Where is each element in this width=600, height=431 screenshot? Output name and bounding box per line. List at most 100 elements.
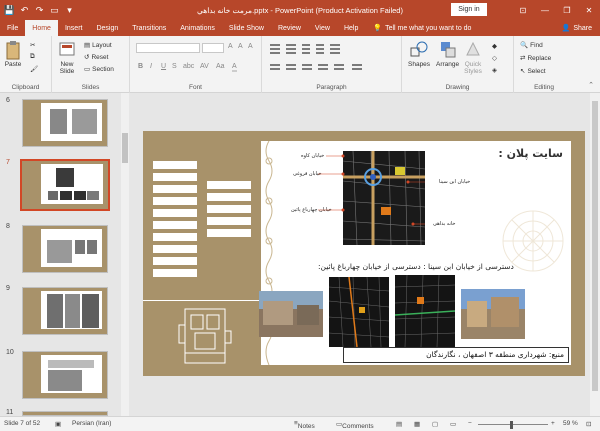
tab-design[interactable]: Design [89,20,125,36]
normal-view-icon[interactable]: ▤ [396,420,402,428]
bold-button[interactable]: B [138,63,143,70]
scrollbar-thumb[interactable] [592,101,598,391]
zoom-level[interactable]: 59 % [563,420,578,427]
strikethrough-button[interactable]: S [172,63,177,70]
share-label: Share [573,24,592,32]
tab-insert[interactable]: Insert [58,20,90,36]
tab-animations[interactable]: Animations [173,20,222,36]
canvas-scrollbar[interactable] [590,93,600,416]
slide-thumbnail-8[interactable] [22,225,108,273]
find-button[interactable]: 🔍 Find [520,41,543,50]
restore-button[interactable]: ❐ [556,0,578,20]
format-painter-icon[interactable]: 🖌 [30,65,38,73]
font-size-combo[interactable] [202,43,224,53]
tab-view[interactable]: View [308,20,337,36]
font-color-button[interactable]: A [232,63,237,72]
cut-icon[interactable]: ✂ [30,41,35,49]
undo-icon[interactable]: ↶ [19,5,30,16]
shape-outline-icon[interactable]: ◇ [492,54,497,62]
section-button[interactable]: ▭ Section [84,65,114,74]
current-slide[interactable]: سایت پلان : خیابان کاوه خیابان فروغی خیا… [143,131,585,376]
language-indicator[interactable]: Persian (Iran) [72,420,111,427]
tab-review[interactable]: Review [271,20,308,36]
save-icon[interactable]: 💾 [4,5,15,16]
tab-file[interactable]: File [0,20,25,36]
scrollbar-thumb[interactable] [122,133,128,163]
new-slide-button[interactable]: New Slide [58,40,76,75]
arrange-button[interactable]: Arrange [436,40,459,68]
zoom-slider[interactable] [478,424,548,425]
select-button[interactable]: ↖ Select [520,67,546,76]
tab-home[interactable]: Home [25,20,58,36]
thumbnails-scrollbar[interactable] [121,93,129,416]
spellcheck-icon[interactable]: ▣ [55,420,61,428]
replace-button[interactable]: ⇄ Replace [520,54,551,63]
reset-icon: ↺ [84,54,90,61]
zoom-out-icon[interactable]: − [468,420,472,427]
street-map-photo-1[interactable] [329,277,389,347]
italic-button[interactable]: I [150,63,152,70]
street-map-photo-2[interactable] [395,275,455,347]
paste-label: Paste [4,61,22,68]
reset-button[interactable]: ↺ Reset [84,53,108,62]
thumbnail-image [87,190,100,201]
zoom-in-icon[interactable]: + [551,420,555,427]
slide-sorter-icon[interactable]: ▦ [414,420,420,428]
quick-styles-button[interactable]: Quick Styles [464,40,482,75]
change-case-button[interactable]: Aa [216,63,225,70]
clear-format-icon[interactable]: A [248,43,253,50]
placeholder-box [153,173,197,181]
slide-thumbnail-7[interactable] [20,159,110,211]
grow-font-icon[interactable]: A [228,43,233,50]
slide-show-icon[interactable]: ▭ [450,420,456,428]
underline-button[interactable]: U [161,63,166,70]
slide-title[interactable]: سایت پلان : [498,147,563,160]
layout-button[interactable]: ▤ Layout [84,41,112,50]
shrink-font-icon[interactable]: A [238,43,243,50]
reading-view-icon[interactable]: ▢ [432,420,438,428]
shapes-button[interactable]: Shapes [408,40,430,68]
close-button[interactable]: ✕ [578,0,600,20]
status-bar: Slide 7 of 52 ▣ Persian (Iran) ≡ Notes ▭… [0,416,600,431]
present-icon[interactable]: ▭ [49,5,60,16]
tab-slide-show[interactable]: Slide Show [222,20,271,36]
collapse-ribbon-icon[interactable]: ⌃ [588,81,594,89]
comments-button[interactable]: ▭ Comments [336,420,374,430]
title-bar: 💾 ↶ ↷ ▭ ▾ مرمت خانه بداهي.pptx - PowerPo… [0,0,600,20]
placeholder-box [207,181,251,189]
ribbon-tabs: File Home Insert Design Transitions Anim… [0,20,600,36]
share-button[interactable]: 👤 Share [562,20,592,36]
font-name-combo[interactable] [136,43,200,53]
slide-thumbnail-6[interactable] [22,99,108,147]
paragraph-icons[interactable] [268,42,398,76]
redo-icon[interactable]: ↷ [34,5,45,16]
street-photo-right[interactable] [461,289,525,339]
zoom-slider-thumb[interactable] [510,421,513,429]
paste-button[interactable]: Paste [4,40,22,68]
sign-in-button[interactable]: Sign in [451,3,487,16]
street-photo-left[interactable] [259,291,323,337]
new-slide-icon [59,42,75,56]
slide-thumbnail-9[interactable] [22,287,108,335]
thumbnail-image [56,167,74,187]
shape-fill-icon[interactable]: ◆ [492,42,497,50]
quick-styles-label-2: Styles [464,68,482,75]
clipboard-group-label: Clipboard [11,84,40,91]
shape-effects-icon[interactable]: ◈ [492,66,497,74]
source-caption[interactable]: منبع: شهرداری منطقه ۳ اصفهان ، نگارندگان [343,347,569,363]
placeholder-box [153,161,197,169]
copy-icon[interactable]: ⧉ [30,53,35,61]
shadow-button[interactable]: AV [200,63,209,70]
fit-slide-icon[interactable]: ⊡ [586,420,591,428]
customize-qat-icon[interactable]: ▾ [64,5,75,16]
tell-me-search[interactable]: 💡 Tell me what you want to do [373,20,471,36]
section-label: Section [92,65,114,73]
slide-thumbnail-10[interactable] [22,351,108,399]
minimize-button[interactable]: — [534,0,556,20]
quick-styles-label-1: Quick [464,61,482,68]
notes-button[interactable]: ≡ Notes [294,420,315,430]
tab-transitions[interactable]: Transitions [125,20,173,36]
tab-help[interactable]: Help [337,20,365,36]
ribbon-display-icon[interactable]: ⊡ [512,0,534,20]
char-spacing-button[interactable]: abc [183,63,194,70]
